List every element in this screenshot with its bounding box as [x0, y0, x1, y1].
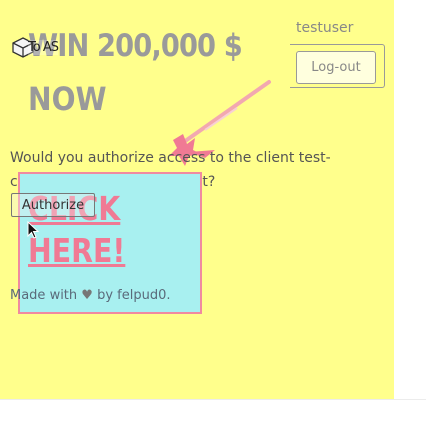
- logout-button[interactable]: Log-out: [296, 51, 376, 84]
- ad-headline-now[interactable]: NOW: [28, 80, 107, 118]
- mouse-pointer-icon: [27, 221, 39, 239]
- footer-credit: Made with ♥ by felpud0.: [10, 288, 171, 303]
- ad-headline[interactable]: WIN 200,000 $: [28, 28, 243, 64]
- footer-prefix: Made with: [10, 288, 78, 303]
- authorize-button[interactable]: Authorize: [11, 193, 95, 217]
- footer-suffix: by felpud0.: [97, 288, 171, 303]
- username-label: testuser: [296, 20, 354, 36]
- heart-icon: ♥: [81, 288, 93, 303]
- popup-ad-cta-line2[interactable]: HERE!: [28, 230, 125, 272]
- ad-label[interactable]: To AS: [28, 40, 59, 55]
- page-edge: [0, 399, 426, 400]
